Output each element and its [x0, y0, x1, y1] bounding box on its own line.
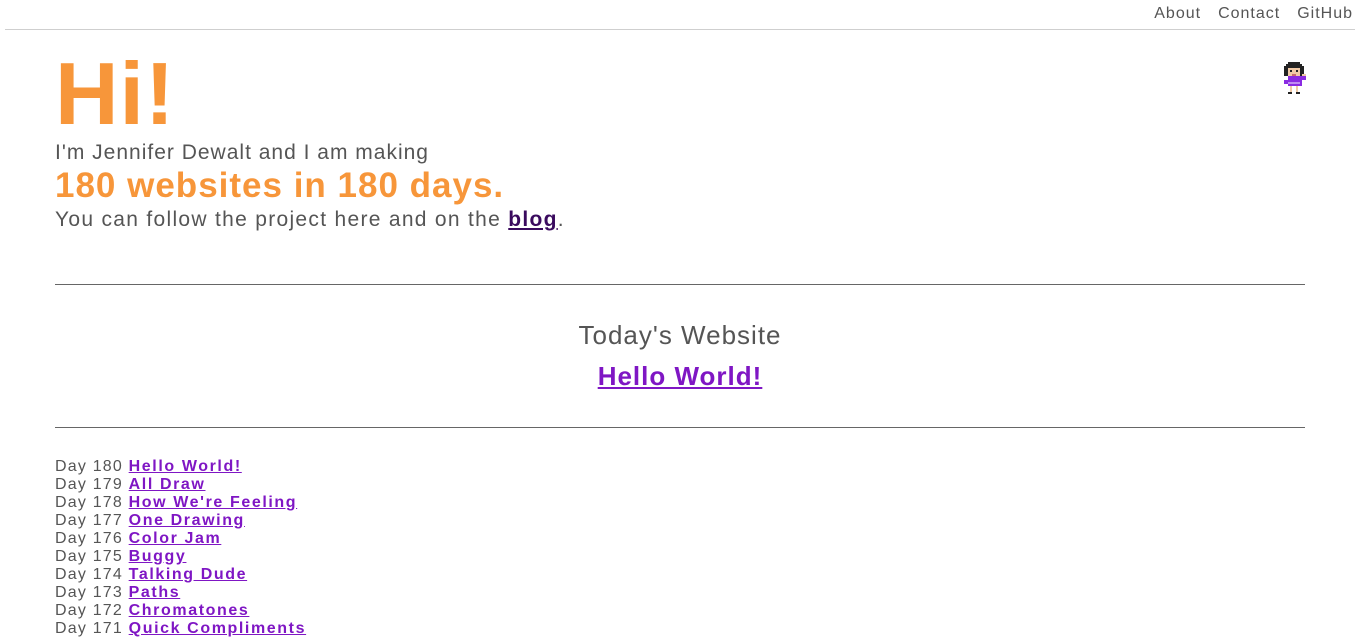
day-link[interactable]: Color Jam — [129, 530, 222, 547]
nav-contact-link[interactable]: Contact — [1218, 5, 1280, 23]
day-link[interactable]: Talking Dude — [129, 566, 247, 583]
intro-text: I'm Jennifer Dewalt and I am making — [55, 141, 429, 164]
day-number: Day 174 — [55, 566, 123, 583]
todays-website-link-container: Hello World! — [55, 361, 1305, 391]
day-number: Day 179 — [55, 476, 123, 493]
day-link[interactable]: Chromatones — [129, 602, 250, 619]
day-link[interactable]: Hello World! — [129, 458, 242, 475]
day-link[interactable]: All Draw — [129, 476, 206, 493]
nav-github-link[interactable]: GitHub — [1297, 5, 1353, 23]
list-item: Day 176 Color Jam — [55, 530, 306, 548]
follow-suffix: . — [557, 208, 565, 231]
list-item: Day 179 All Draw — [55, 476, 306, 494]
day-number: Day 178 — [55, 494, 123, 511]
project-headline: 180 websites in 180 days. — [55, 166, 505, 205]
day-number: Day 172 — [55, 602, 123, 619]
pixel-girl-avatar-icon — [1284, 62, 1306, 94]
day-link[interactable]: Quick Compliments — [129, 620, 306, 637]
day-link[interactable]: One Drawing — [129, 512, 245, 529]
top-navigation: About Contact GitHub — [5, 0, 1355, 30]
day-number: Day 171 — [55, 620, 123, 637]
day-link[interactable]: Paths — [129, 584, 181, 601]
day-number: Day 173 — [55, 584, 123, 601]
day-link[interactable]: Buggy — [129, 548, 187, 565]
day-number: Day 177 — [55, 512, 123, 529]
todays-website-heading: Today's Website — [578, 320, 782, 350]
day-list: Day 180 Hello World! Day 179 All Draw Da… — [55, 458, 306, 638]
day-number: Day 176 — [55, 530, 123, 547]
list-item: Day 171 Quick Compliments — [55, 620, 306, 638]
divider-bottom — [55, 427, 1305, 428]
list-item: Day 178 How We're Feeling — [55, 494, 306, 512]
list-item: Day 174 Talking Dude — [55, 566, 306, 584]
day-number: Day 180 — [55, 458, 123, 475]
list-item: Day 172 Chromatones — [55, 602, 306, 620]
blog-link[interactable]: blog — [508, 208, 558, 231]
follow-prefix: You can follow the project here and on t… — [55, 208, 509, 231]
list-item: Day 180 Hello World! — [55, 458, 306, 476]
list-item: Day 177 One Drawing — [55, 512, 306, 530]
follow-text: You can follow the project here and on t… — [55, 208, 565, 232]
nav-links: About Contact GitHub — [1154, 5, 1353, 23]
list-item: Day 173 Paths — [55, 584, 306, 602]
day-number: Day 175 — [55, 548, 123, 565]
todays-website-link[interactable]: Hello World! — [598, 361, 763, 391]
day-link[interactable]: How We're Feeling — [129, 494, 298, 511]
nav-about-link[interactable]: About — [1154, 5, 1201, 23]
divider-top — [55, 284, 1305, 285]
list-item: Day 175 Buggy — [55, 548, 306, 566]
greeting-heading: Hi! — [55, 44, 176, 143]
